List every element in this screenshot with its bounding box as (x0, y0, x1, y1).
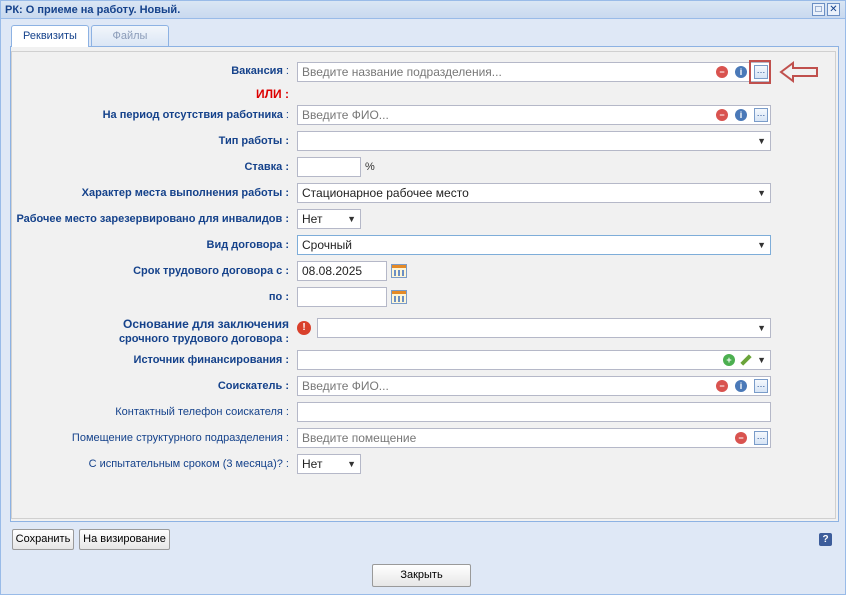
remove-icon[interactable]: − (716, 66, 728, 78)
percent-unit: % (365, 161, 375, 173)
chevron-down-icon: ▼ (757, 136, 766, 146)
tab-files[interactable]: Файлы (91, 25, 169, 46)
info-icon[interactable]: i (735, 109, 747, 121)
contract-from-label: Срок трудового договора с : (133, 265, 289, 277)
info-icon[interactable]: i (735, 380, 747, 392)
absence-label: На период отсутствия работника : (102, 109, 289, 121)
tab-requisites[interactable]: Реквизиты (11, 25, 89, 47)
chevron-down-icon: ▼ (757, 240, 766, 250)
work-type-label: Тип работы : (218, 135, 289, 147)
premises-label: Помещение структурного подразделения : (71, 432, 289, 444)
browse-button[interactable]: … (754, 431, 768, 445)
probation-label: С испытательным сроком (3 месяца)? : (88, 458, 289, 470)
vacancy-label: Вакансия : (231, 65, 289, 77)
chevron-down-icon: ▼ (347, 459, 356, 469)
add-icon[interactable]: + (723, 354, 735, 366)
close-icon[interactable]: ✕ (827, 3, 840, 16)
remove-icon[interactable]: − (716, 380, 728, 392)
or-label: ИЛИ : (256, 87, 289, 101)
funding-label: Источник финансирования : (133, 354, 289, 366)
close-button[interactable]: Закрыть (372, 564, 471, 587)
phone-label: Контактный телефон соискателя : (115, 406, 289, 418)
calendar-icon[interactable] (391, 290, 407, 304)
probation-select[interactable]: Нет ▼ (297, 454, 361, 474)
rate-label: Ставка : (244, 161, 289, 173)
vacancy-input[interactable]: Введите название подразделения... (297, 62, 771, 82)
help-icon[interactable]: ? (819, 533, 832, 546)
info-icon[interactable]: i (735, 66, 747, 78)
chevron-down-icon: ▼ (757, 188, 766, 198)
window-title: РК: О приеме на работу. Новый. (1, 1, 845, 19)
contract-to-label: по : (268, 291, 289, 303)
chevron-down-icon: ▼ (757, 355, 766, 365)
contract-from-input[interactable]: 08.08.2025 (297, 261, 387, 281)
maximize-icon[interactable]: □ (812, 3, 825, 16)
basis-label-line2: срочного трудового договора : (118, 333, 289, 345)
browse-button[interactable]: … (754, 108, 768, 122)
warning-icon: ! (297, 321, 311, 335)
phone-input[interactable] (297, 402, 771, 422)
contract-type-label: Вид договора : (206, 239, 290, 251)
contract-to-input[interactable] (297, 287, 387, 307)
work-type-select[interactable]: ▼ (297, 131, 771, 151)
premises-input[interactable]: Введите помещение (297, 428, 771, 448)
chevron-down-icon: ▼ (347, 214, 356, 224)
applicant-input[interactable]: Введите ФИО... (297, 376, 771, 396)
remove-icon[interactable]: − (735, 432, 747, 444)
contract-type-select[interactable]: Срочный ▼ (297, 235, 771, 255)
workplace-select[interactable]: Стационарное рабочее место ▼ (297, 183, 771, 203)
basis-select[interactable]: ▼ (317, 318, 771, 338)
browse-button[interactable]: … (754, 379, 768, 393)
applicant-label: Соискатель : (217, 380, 289, 392)
funding-select[interactable]: ▼ (297, 350, 771, 370)
workplace-label: Характер места выполнения работы : (81, 187, 289, 199)
arrow-left-icon (779, 61, 818, 83)
reserved-select[interactable]: Нет ▼ (297, 209, 361, 229)
chevron-down-icon: ▼ (757, 323, 766, 333)
basis-label-line1: Основание для заключения (122, 317, 289, 331)
absence-input[interactable]: Введите ФИО... (297, 105, 771, 125)
dialog-window: РК: О приеме на работу. Новый. □ ✕ Рекви… (0, 0, 846, 595)
save-button[interactable]: Сохранить (12, 529, 74, 550)
highlight-box (749, 60, 771, 84)
remove-icon[interactable]: − (716, 109, 728, 121)
reserved-label: Рабочее место зарезервировано для инвали… (16, 213, 289, 225)
rate-input[interactable] (297, 157, 361, 177)
calendar-icon[interactable] (391, 264, 407, 278)
approve-button[interactable]: На визирование (79, 529, 170, 550)
